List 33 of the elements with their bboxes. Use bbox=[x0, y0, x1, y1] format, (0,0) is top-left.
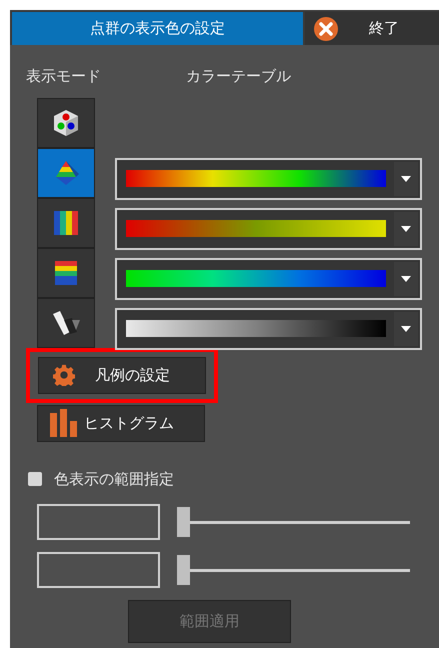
checkbox[interactable] bbox=[28, 472, 42, 486]
legend-settings-button[interactable]: 凡例の設定 bbox=[38, 356, 206, 394]
display-mode-button[interactable] bbox=[37, 248, 95, 298]
caret-icon bbox=[401, 226, 411, 232]
slider[interactable] bbox=[177, 555, 410, 585]
caret-icon bbox=[401, 326, 411, 332]
caret-icon bbox=[401, 176, 411, 182]
display-mode-button[interactable] bbox=[37, 198, 95, 248]
slider-thumb[interactable] bbox=[177, 507, 190, 537]
color-table-dropdown[interactable] bbox=[115, 208, 422, 250]
close-icon bbox=[313, 16, 339, 42]
color-table-dropdown[interactable] bbox=[115, 258, 422, 300]
display-mode-button[interactable] bbox=[37, 98, 95, 148]
slider-thumb[interactable] bbox=[177, 555, 190, 585]
section-label: カラーテーブル bbox=[186, 66, 291, 87]
panel-title: 点群の表示色の設定 bbox=[12, 12, 303, 45]
color-table-dropdown[interactable] bbox=[115, 158, 422, 200]
display-mode-button[interactable] bbox=[37, 298, 95, 348]
bar-chart-icon bbox=[50, 409, 80, 437]
color-table-dropdown[interactable] bbox=[115, 308, 422, 350]
cube-icon bbox=[51, 108, 81, 138]
slider[interactable] bbox=[177, 507, 410, 537]
value-field[interactable] bbox=[37, 552, 160, 588]
histogram-button[interactable]: ヒストグラム bbox=[37, 404, 205, 442]
caret-icon bbox=[401, 276, 411, 282]
vertical-stripes-icon bbox=[53, 210, 79, 236]
close-button[interactable]: 終了 bbox=[305, 12, 439, 45]
section-label: 表示モード bbox=[26, 66, 102, 87]
display-mode-button[interactable] bbox=[37, 148, 95, 198]
gear-icon bbox=[53, 364, 75, 386]
value-field[interactable] bbox=[37, 504, 160, 540]
horizontal-stripes-icon bbox=[54, 260, 78, 286]
checkbox-label: 色表示の範囲指定 bbox=[54, 468, 174, 490]
